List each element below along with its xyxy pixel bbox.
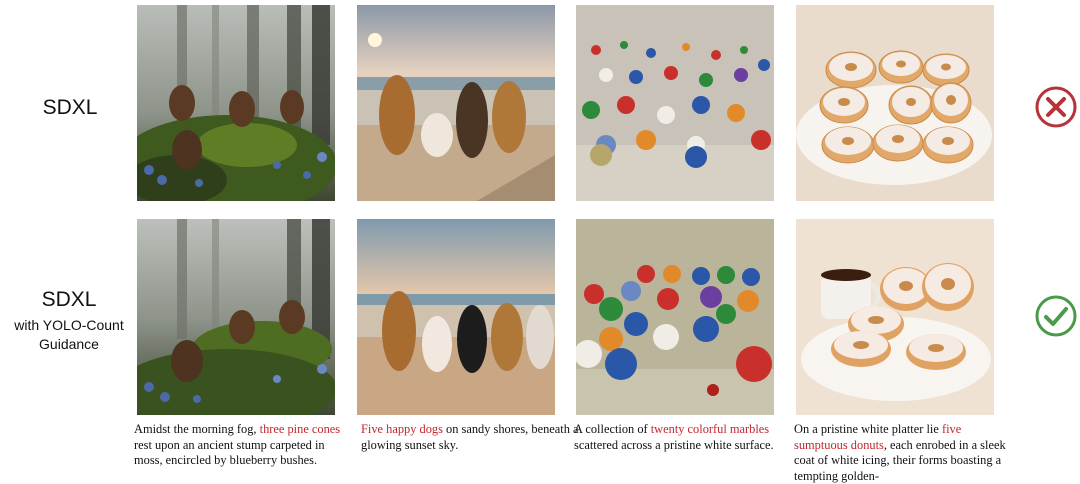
caption-text: A collection of [574,422,651,436]
image-donuts-sdxl [796,5,994,201]
row-label-main: SDXL [42,96,98,119]
caption-text: On a pristine white platter lie [794,422,942,436]
caption-highlight: twenty colorful marbles [650,422,770,436]
caption-text: Amidst the morning fog, [134,422,260,436]
row-label-sub: Guidance [39,336,99,352]
image-marbles-sdxl [576,5,774,201]
row-label-main: SDXL [41,288,97,311]
check-circle-icon [1033,293,1079,339]
caption-text: rest upon an ancient stump carpeted in m… [134,437,325,468]
caption-highlight: three pine cones [259,422,341,436]
row-label-sdxl-yolo: SDXL with YOLO-Count Guidance [0,288,138,354]
caption-highlight: Five happy dogs [361,422,443,436]
caption-donuts: On a pristine white platter lie five sum… [794,422,1006,484]
caption-text: scattered across a pristine white surfac… [574,437,774,452]
image-dogs-sdxl [357,5,555,201]
caption-marbles: A collection of twenty colorful marbles … [574,422,792,453]
image-marbles-yolo [576,219,774,415]
image-pinecones-sdxl [137,5,335,201]
row-label-sub: with YOLO-Count [14,317,124,333]
caption-pinecones: Amidst the morning fog, three pine cones… [134,422,352,469]
caption-dogs: Five happy dogs on sandy shores, beneath… [361,422,579,453]
image-donuts-yolo [796,219,994,415]
image-dogs-yolo [357,219,555,415]
image-pinecones-yolo [137,219,335,415]
row-label-sdxl: SDXL [20,96,120,120]
cross-circle-icon [1033,84,1079,130]
